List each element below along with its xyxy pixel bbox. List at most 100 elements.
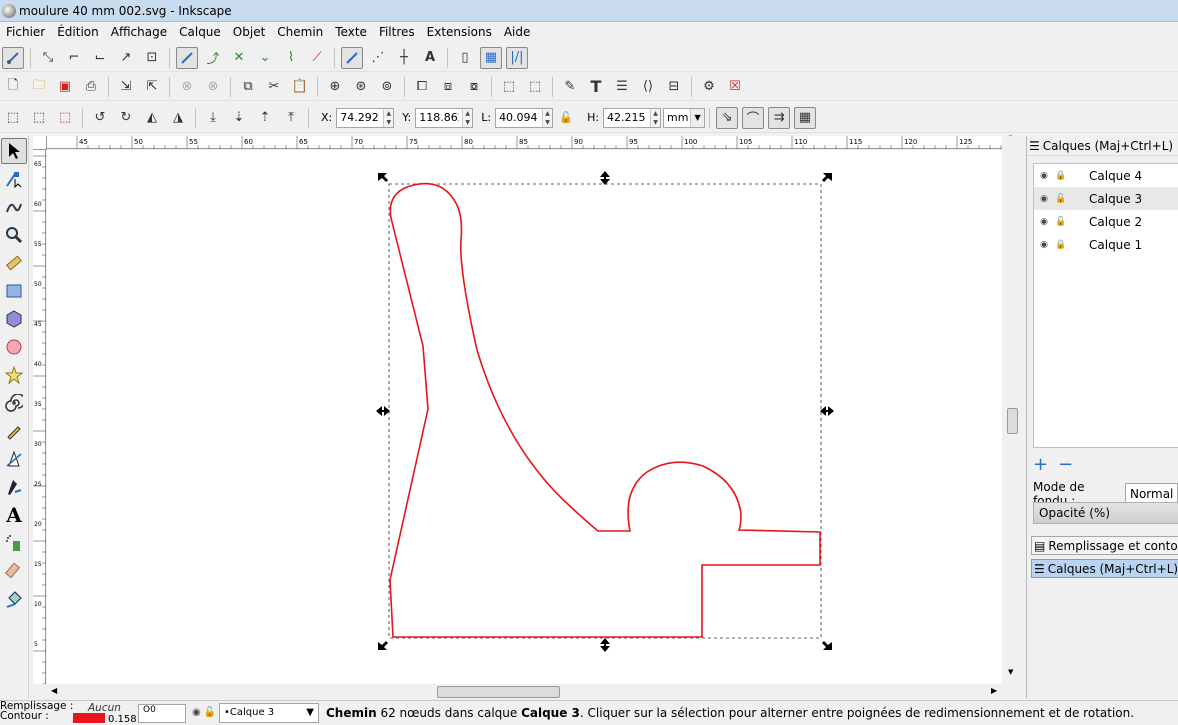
snap-midpoint-icon[interactable]: ⟋ [306,47,328,69]
paint-bucket-tool-icon[interactable] [1,586,27,612]
import-icon[interactable]: ⇲ [115,76,137,98]
rotate-ccw-icon[interactable]: ↺ [89,107,111,129]
opacity-value[interactable]: 0 [150,705,156,715]
width-spinner[interactable]: ▲ ▼ [542,108,553,127]
move-patterns-icon[interactable]: ▦ [794,106,817,129]
opacity-expander[interactable]: Opacité (%) [1033,502,1178,524]
chevron-down-icon[interactable]: ▼ [690,108,705,127]
y-input[interactable] [416,111,463,124]
scale-handle-bottom[interactable] [600,638,610,652]
snap-bbox-center-icon[interactable]: ⊡ [141,47,163,69]
text-font-icon[interactable]: T [585,76,607,98]
add-layer-icon[interactable]: + [1033,454,1048,475]
eraser-tool-icon[interactable] [1,558,27,584]
menu-edition[interactable]: Édition [51,25,105,39]
menu-affichage[interactable]: Affichage [105,25,173,39]
menu-texte[interactable]: Texte [329,25,373,39]
y-field[interactable]: ▲▼ [415,107,474,128]
menu-fichier[interactable]: Fichier [0,25,51,39]
y-spinner[interactable]: ▲ ▼ [462,108,473,127]
snap-cusp-icon[interactable]: ⌄ [254,47,276,69]
calligraphy-tool-icon[interactable] [1,474,27,500]
lower-to-bottom-icon[interactable]: ⤓ [202,107,224,129]
scroll-right-icon[interactable]: ▶ [991,686,997,695]
scroll-left-icon[interactable]: ◀ [51,686,57,695]
layer-name[interactable]: Calque 4 [1089,169,1142,183]
open-icon[interactable]: 🗀 [28,76,50,98]
rectangle-tool-icon[interactable] [1,278,27,304]
menu-chemin[interactable]: Chemin [271,25,329,39]
pencil-tool-icon[interactable] [1,418,27,444]
layer-row[interactable]: ◉ 🔓 Calque 2 [1034,210,1178,233]
scale-handle-top[interactable] [600,171,610,185]
vertical-ruler[interactable]: 65 60 55 50 45 40 35 30 25 20 15 10 5 [33,150,46,685]
horizontal-scrollbar[interactable]: ◀ ▶ [47,684,1022,700]
align-distribute-icon[interactable]: ⊟ [663,76,685,98]
print-icon[interactable]: ⎙ [80,76,102,98]
snap-intersection-icon[interactable]: ✕ [228,47,250,69]
tweak-tool-icon[interactable] [1,194,27,220]
export-icon[interactable]: ⇱ [141,76,163,98]
group-icon[interactable]: ⬚ [498,76,520,98]
vertical-scroll-thumb[interactable] [1007,408,1018,434]
copy-icon[interactable]: ⧉ [237,76,259,98]
snap-grid-icon[interactable]: ▦ [480,46,502,69]
snap-page-border-icon[interactable]: ▯ [454,47,476,69]
snap-guide-icon[interactable]: |/| [506,46,528,69]
eye-icon[interactable]: ◉ [1038,240,1050,250]
duplicate-icon[interactable]: ⧠ [411,76,433,98]
eye-icon[interactable]: ◉ [1038,194,1050,204]
unlink-clone-icon[interactable]: ⧇ [463,76,485,98]
layer-row-selected[interactable]: ◉ 🔓 Calque 3 [1034,187,1178,210]
scroll-down-icon[interactable]: ▼ [1008,668,1013,676]
lock-open-icon[interactable]: 🔓 [204,707,216,718]
scale-handle-top-left[interactable] [378,173,388,182]
selection-handles[interactable] [376,171,834,652]
selector-tool-icon[interactable] [1,138,27,164]
layer-name[interactable]: Calque 2 [1089,215,1142,229]
snap-smooth-icon[interactable]: ⌇ [280,47,302,69]
current-layer-select[interactable]: •Calque 3 ▼ [219,703,319,723]
eye-icon[interactable]: ◉ [1038,217,1050,227]
flip-horizontal-icon[interactable]: ◭ [141,107,163,129]
lock-closed-icon[interactable]: 🔒 [1055,240,1067,250]
menu-aide[interactable]: Aide [498,25,537,39]
lock-closed-icon[interactable]: 🔒 [1055,171,1067,181]
menu-filtres[interactable]: Filtres [373,25,421,39]
new-document-icon[interactable]: 🗋 [2,76,24,98]
snap-enable-icon[interactable] [2,46,24,69]
move-gradients-icon[interactable]: ⇉ [768,106,791,129]
raise-icon[interactable]: ⇡ [254,107,276,129]
deselect-icon[interactable]: ⬚ [54,107,76,129]
layers-dock-tab[interactable]: ☰ Calques (Maj+Ctrl+L) [1031,559,1178,578]
snap-bbox-icon[interactable]: ⤡ [37,47,59,69]
snap-bbox-corner-icon[interactable]: ⌙ [89,47,111,69]
fill-stroke-icon[interactable]: ✎ [559,76,581,98]
snap-object-center-icon[interactable]: ┼ [393,47,415,69]
drawing-svg[interactable] [47,150,1002,684]
spray-tool-icon[interactable] [1,530,27,556]
3d-box-tool-icon[interactable] [1,306,27,332]
rotate-cw-icon[interactable]: ↻ [115,107,137,129]
flip-vertical-icon[interactable]: ◮ [167,107,189,129]
scale-handle-top-right[interactable] [822,173,832,182]
menu-objet[interactable]: Objet [227,25,271,39]
scale-stroke-icon[interactable]: ⇘ [716,106,739,129]
spiral-tool-icon[interactable] [1,390,27,416]
moulure-profile-path[interactable] [389,182,821,638]
snap-path-icon[interactable]: ⤴ [202,47,224,69]
cut-icon[interactable]: ✂ [263,76,285,98]
height-field[interactable]: ▲▼ [603,107,662,128]
height-spinner[interactable]: ▲ ▼ [650,108,661,127]
star-tool-icon[interactable] [1,362,27,388]
eye-icon[interactable]: ◉ [192,707,201,718]
height-input[interactable] [604,111,651,124]
width-field[interactable]: ▲▼ [495,107,554,128]
xml-editor-icon[interactable]: ⟨⟩ [637,76,659,98]
vertical-scrollbar[interactable]: ▼ [1004,136,1021,684]
snap-text-baseline-icon[interactable]: A [419,47,441,69]
raise-to-top-icon[interactable]: ⤒ [280,107,302,129]
ungroup-icon[interactable]: ⬚ [524,76,546,98]
zoom-tool-icon[interactable] [1,222,27,248]
unit-select[interactable]: mm ▼ [663,107,706,128]
